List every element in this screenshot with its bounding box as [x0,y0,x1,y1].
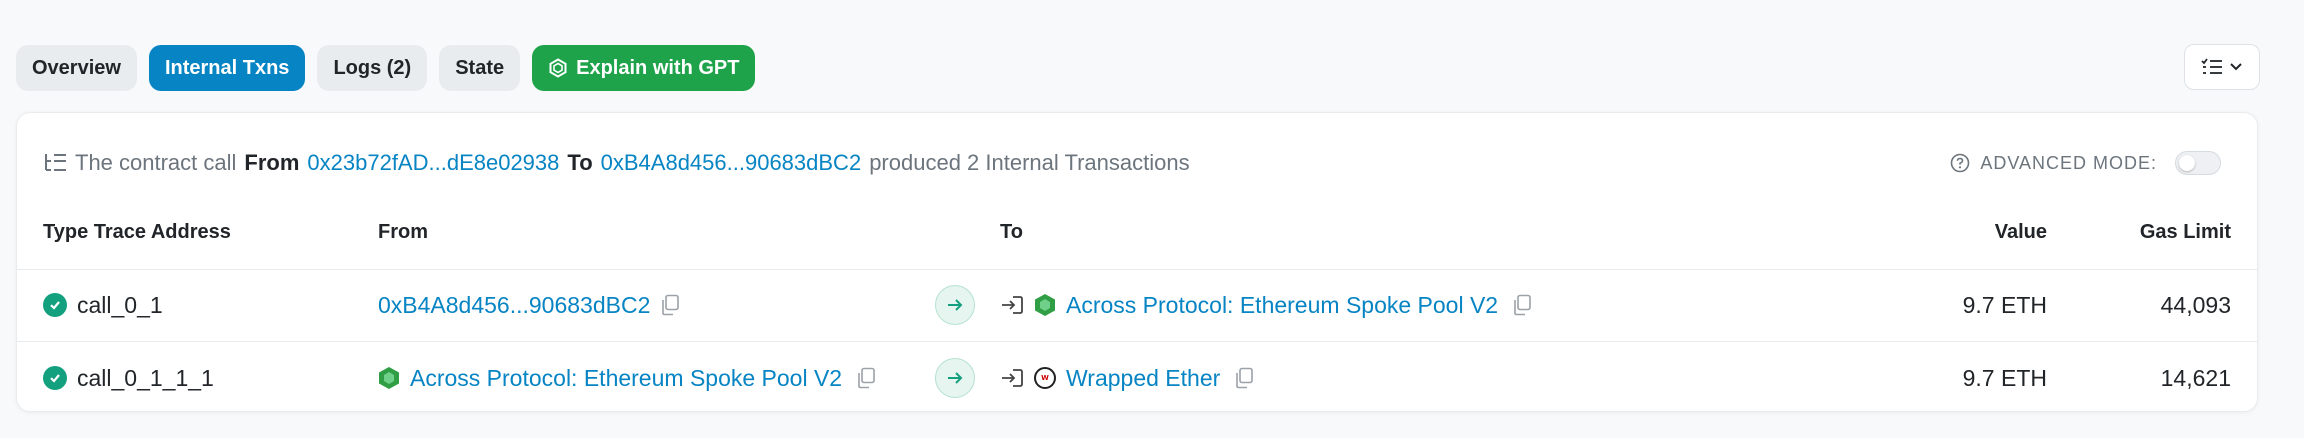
gpt-button-label: Explain with GPT [576,56,740,79]
help-circle-icon[interactable] [1950,153,1970,173]
tab-internal-txns[interactable]: Internal Txns [148,45,306,91]
summary-to-address-link[interactable]: 0xB4A8d456...90683dBC2 [601,150,862,176]
across-protocol-icon [1035,294,1055,316]
header-gas-limit: Gas Limit [2139,221,2231,243]
openai-icon [549,58,567,78]
direction-cell [935,342,975,414]
value-cell: 9.7 ETH [1962,364,2047,391]
from-address-link[interactable]: 0xB4A8d456...90683dBC2 [378,292,650,319]
copy-icon[interactable] [1512,294,1532,316]
summary-line: The contract call From 0x23b72fAD...dE8e… [43,143,1190,183]
summary-from-word: From [244,150,300,175]
header-from: From [378,221,428,243]
from-cell: Across Protocol: Ethereum Spoke Pool V2 [378,342,876,414]
summary-from-address-link[interactable]: 0x23b72fAD...dE8e02938 [307,150,559,176]
copy-icon[interactable] [660,294,680,316]
to-cell: Across Protocol: Ethereum Spoke Pool V2 [1000,269,1532,341]
trace-address: call_0_1_1_1 [77,364,214,391]
copy-icon[interactable] [1234,367,1254,389]
to-address-link[interactable]: Wrapped Ether [1066,365,1220,392]
to-address-link[interactable]: Across Protocol: Ethereum Spoke Pool V2 [1066,292,1498,319]
gas-limit-cell: 44,093 [2160,291,2231,318]
success-check-icon [43,293,67,317]
arrow-right-icon [935,358,975,398]
header-to: To [1000,221,1023,243]
tab-logs[interactable]: Logs (2) [317,45,428,91]
tree-list-icon [45,154,66,171]
view-options-dropdown[interactable] [2184,44,2260,90]
table-row: call_0_1 0xB4A8d456...90683dBC2 Across P… [17,269,2257,341]
table-row: call_0_1_1_1 Across Protocol: Ethereum S… [17,342,2257,414]
list-check-icon [2201,58,2222,74]
advanced-mode-label: ADVANCED MODE: [1980,152,2157,173]
advanced-mode-toggle[interactable] [2175,151,2221,175]
contract-call-icon [1002,296,1023,314]
to-cell: W Wrapped Ether [1000,342,1254,414]
tab-overview[interactable]: Overview [16,45,137,91]
success-check-icon [43,366,67,390]
trace-cell: call_0_1_1_1 [43,342,214,414]
contract-call-icon [1002,369,1023,387]
across-protocol-icon [379,367,399,389]
summary-prefix: The contract call [75,150,237,175]
from-address-link[interactable]: Across Protocol: Ethereum Spoke Pool V2 [410,365,842,392]
tab-bar: Overview Internal Txns Logs (2) State Ex… [16,44,2260,92]
weth-token-icon: W [1034,367,1056,389]
value-cell: 9.7 ETH [1962,291,2047,318]
summary-to-word: To [567,150,593,175]
gas-limit-cell: 14,621 [2160,364,2231,391]
trace-address: call_0_1 [77,291,163,318]
explain-with-gpt-button[interactable]: Explain with GPT [532,45,756,91]
from-cell: 0xB4A8d456...90683dBC2 [378,269,680,341]
summary-suffix: produced 2 Internal Transactions [869,150,1190,175]
advanced-mode: ADVANCED MODE: [1950,143,2221,183]
copy-icon[interactable] [856,367,876,389]
internal-txns-card: The contract call From 0x23b72fAD...dE8e… [16,112,2258,412]
header-value: Value [1994,221,2047,243]
arrow-right-icon [935,285,975,325]
tab-state[interactable]: State [439,45,521,91]
direction-cell [935,269,975,341]
chevron-down-icon [2230,63,2242,71]
header-type-trace-address: Type Trace Address [43,221,231,243]
trace-cell: call_0_1 [43,269,163,341]
